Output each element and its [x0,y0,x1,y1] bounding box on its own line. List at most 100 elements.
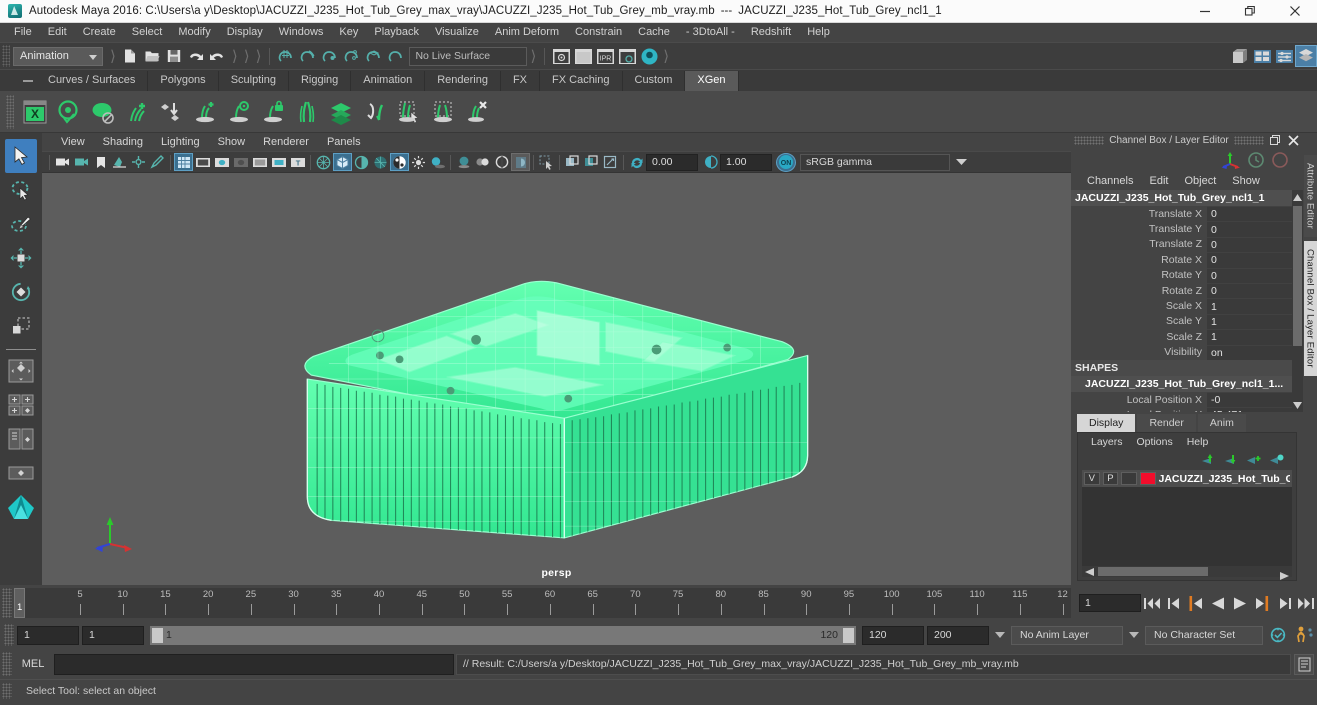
channel-box-menu-channels[interactable]: Channels [1079,175,1141,187]
tab-anim[interactable]: Anim [1197,414,1246,432]
hscrollbar-thumb[interactable] [1098,567,1208,576]
shelf-gripper[interactable] [6,94,14,129]
animation-start-field[interactable]: 1 [17,625,79,645]
speed-toggle-icon[interactable] [1247,151,1265,169]
render-current-frame-button[interactable] [550,45,572,67]
channel-row-rotate-x[interactable]: Rotate X 0 [1071,252,1292,268]
channel-value[interactable]: 0 [1207,206,1292,222]
channel-box-menu-object[interactable]: Object [1176,175,1224,187]
depth-of-field-icon[interactable] [511,153,530,171]
render-settings-button[interactable] [616,45,638,67]
step-forward-keyframe-icon[interactable] [1273,591,1295,615]
command-line-gripper[interactable] [2,652,12,676]
panel-drag-handle[interactable] [1074,136,1104,145]
select-camera-icon[interactable] [53,153,72,171]
shelf-tab-sculpting[interactable]: Sculpting [219,71,289,91]
shelf-tab-xgen[interactable]: XGen [685,71,739,91]
sidebar-toggle-channel-box[interactable] [1273,45,1295,67]
sidebar-toggle-attribute-editor[interactable] [1229,45,1251,67]
animation-end-field[interactable]: 200 [927,625,989,645]
channel-row-translate-x[interactable]: Translate X 0 [1071,206,1292,222]
range-right-handle[interactable] [843,627,854,643]
anim-layer-chevron-down-icon[interactable] [1126,626,1142,645]
textured-shading-icon[interactable] [390,153,409,171]
xray-active-components-icon[interactable] [601,153,620,171]
current-frame-field[interactable]: 1 [1079,594,1141,612]
range-start-field[interactable]: 1 [82,625,144,645]
use-all-lights-icon[interactable] [409,153,428,171]
isolate-select-icon[interactable] [537,153,556,171]
layer-name[interactable]: JACUZZI_J235_Hot_Tub_G [1159,473,1291,485]
safe-title-icon[interactable]: T [288,153,307,171]
film-gate-icon[interactable] [193,153,212,171]
new-layer-icon[interactable] [1245,452,1261,468]
gamma-reset-icon[interactable] [701,153,720,171]
command-language-label[interactable]: MEL [12,658,54,670]
menu-constrain[interactable]: Constrain [567,24,630,41]
single-pane-layout[interactable] [5,456,37,490]
film-gate-mask-icon[interactable] [250,153,269,171]
play-backwards-icon[interactable] [1207,591,1229,615]
undo-button[interactable] [185,45,207,67]
channel-value[interactable]: 0 [1207,282,1292,299]
channel-value[interactable]: 0 [1207,236,1292,253]
xgen-preview-icon[interactable] [52,95,86,129]
menu-visualize[interactable]: Visualize [427,24,487,41]
bookmark-icon[interactable] [91,153,110,171]
shaded-wireframe-icon[interactable] [371,153,390,171]
xray-toggle-icon[interactable] [563,153,582,171]
snap-to-projected-center-button[interactable] [341,45,363,67]
menu-windows[interactable]: Windows [271,24,332,41]
layer-list-horizontal-scrollbar[interactable] [1082,566,1292,580]
xgen-disable-preview-icon[interactable] [86,95,120,129]
menu-file[interactable]: File [6,24,40,41]
persp-outliner-layout[interactable] [5,422,37,456]
new-layer-from-selected-icon[interactable] [1268,452,1284,468]
paint-select-tool[interactable] [5,207,37,241]
channel-value[interactable]: 0 [1207,252,1292,268]
panel-menu-panels[interactable]: Panels [318,135,370,149]
save-scene-button[interactable] [163,45,185,67]
menu-set-selector[interactable]: Animation [13,46,103,66]
move-layer-down-icon[interactable] [1222,452,1238,468]
xgen-import-collection-icon[interactable] [154,95,188,129]
panel-menu-view[interactable]: View [52,135,94,149]
animation-preferences-icon[interactable] [1293,623,1317,647]
panel-menu-shading[interactable]: Shading [94,135,152,149]
channel-value[interactable]: 1 [1207,329,1292,345]
menu-cache[interactable]: Cache [630,24,678,41]
xgen-guide-visibility-icon[interactable] [222,95,256,129]
move-layer-up-icon[interactable] [1199,452,1215,468]
scroll-up-icon[interactable] [1292,190,1303,204]
four-view-layout[interactable] [5,354,37,388]
xgen-select-guides-icon[interactable] [392,95,426,129]
new-scene-button[interactable] [119,45,141,67]
command-input[interactable] [54,653,454,675]
panel-menu-renderer[interactable]: Renderer [254,135,318,149]
channel-value[interactable]: 0 [1207,221,1292,237]
smooth-shade-all-icon[interactable] [333,153,352,171]
shelf-handle-icon[interactable] [20,71,36,91]
time-slider-gripper[interactable] [2,588,12,618]
layer-list[interactable]: V P JACUZZI_J235_Hot_Tub_G [1082,470,1292,566]
gamma-field[interactable]: 1.00 [720,153,772,171]
screen-space-ao-icon[interactable] [454,153,473,171]
wireframe-shading-icon[interactable] [314,153,333,171]
hypershade-layout[interactable] [5,490,37,524]
menu-anim-deform[interactable]: Anim Deform [487,24,567,41]
xgen-layers-icon[interactable] [324,95,358,129]
menu-key[interactable]: Key [331,24,366,41]
xray-joints-icon[interactable] [582,153,601,171]
live-surface-field[interactable]: No Live Surface [409,46,528,66]
xgen-convert-guides-icon[interactable] [358,95,392,129]
channel-value[interactable]: 1 [1207,313,1292,330]
open-scene-button[interactable] [141,45,163,67]
grease-pencil-icon[interactable] [148,153,167,171]
perspective-viewport[interactable]: persp [42,173,1071,585]
layer-visibility-toggle[interactable]: V [1084,472,1100,485]
motion-blur-icon[interactable] [473,153,492,171]
channel-row-visibility[interactable]: Visibility on [1071,344,1292,360]
menu-create[interactable]: Create [75,24,124,41]
select-tool[interactable] [5,139,37,173]
channel-row-scale-y[interactable]: Scale Y 1 [1071,313,1292,330]
